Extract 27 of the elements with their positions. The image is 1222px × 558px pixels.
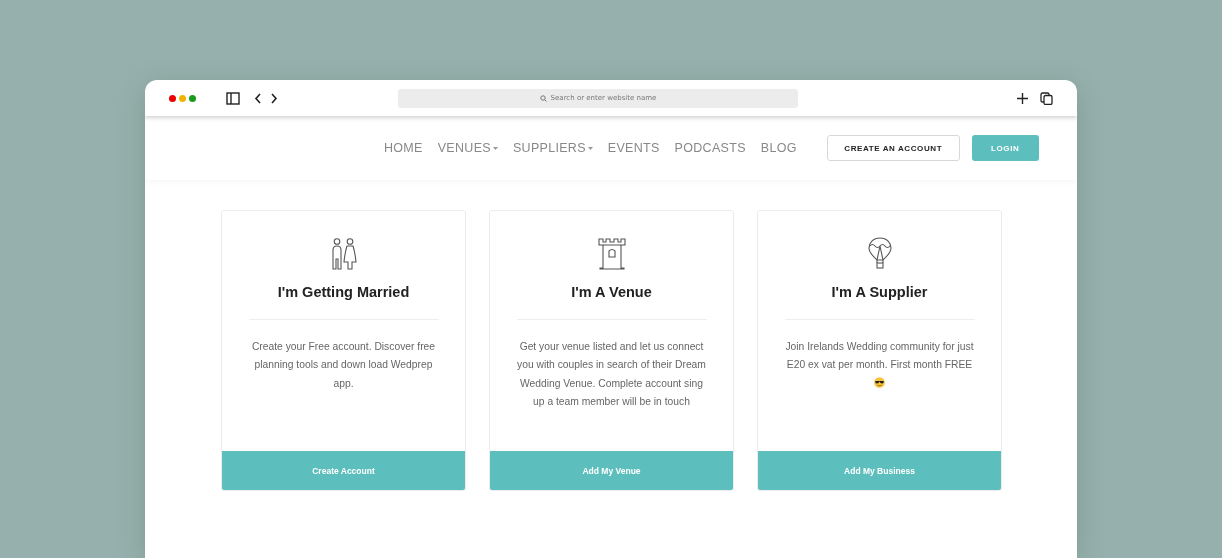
tabs-icon[interactable] — [1040, 91, 1053, 105]
window-controls-icon[interactable] — [169, 94, 196, 102]
couple-icon — [330, 238, 357, 270]
sidebar-icon[interactable] — [226, 91, 240, 105]
card-description: Join Irelands Wedding community for just E20 ex vat per month. First month FREE — [784, 340, 975, 373]
nav-link[interactable]: VENUES — [437, 141, 498, 155]
new-tab-icon[interactable] — [1017, 92, 1028, 104]
search-icon — [539, 94, 547, 102]
nav-link[interactable]: HOME — [384, 141, 423, 155]
nav-link[interactable]: PODCASTS — [674, 141, 746, 155]
card-description: Create your Free account. Discover free planning tools and down load Wedprep app. — [250, 340, 437, 391]
forward-icon[interactable] — [270, 92, 278, 104]
nav-link[interactable]: EVENTS — [607, 141, 660, 155]
castle-icon — [597, 238, 626, 270]
login-button[interactable]: LOGIN — [971, 135, 1039, 161]
hot-air-balloon-icon — [867, 237, 892, 270]
card-title: I'm Getting Married — [277, 284, 410, 300]
back-icon[interactable] — [254, 92, 262, 104]
card-button[interactable]: Add My Venue — [490, 451, 733, 490]
card-description: Get your venue listed and let us connect you with couples in search of their Dream Wedding Venue. Complete account sing up a team member will be in touch — [516, 340, 707, 409]
card-button[interactable]: Create Account — [222, 451, 465, 490]
nav-link[interactable]: SUPPLIERS — [512, 141, 593, 155]
nav-link[interactable]: BLOG — [760, 141, 797, 155]
card-button[interactable]: Add My Business — [758, 451, 1001, 490]
card-title: I'm A Venue — [571, 284, 652, 300]
create-account-button[interactable]: CREATE AN ACCOUNT — [826, 135, 960, 161]
card-title: I'm A Supplier — [831, 284, 928, 300]
